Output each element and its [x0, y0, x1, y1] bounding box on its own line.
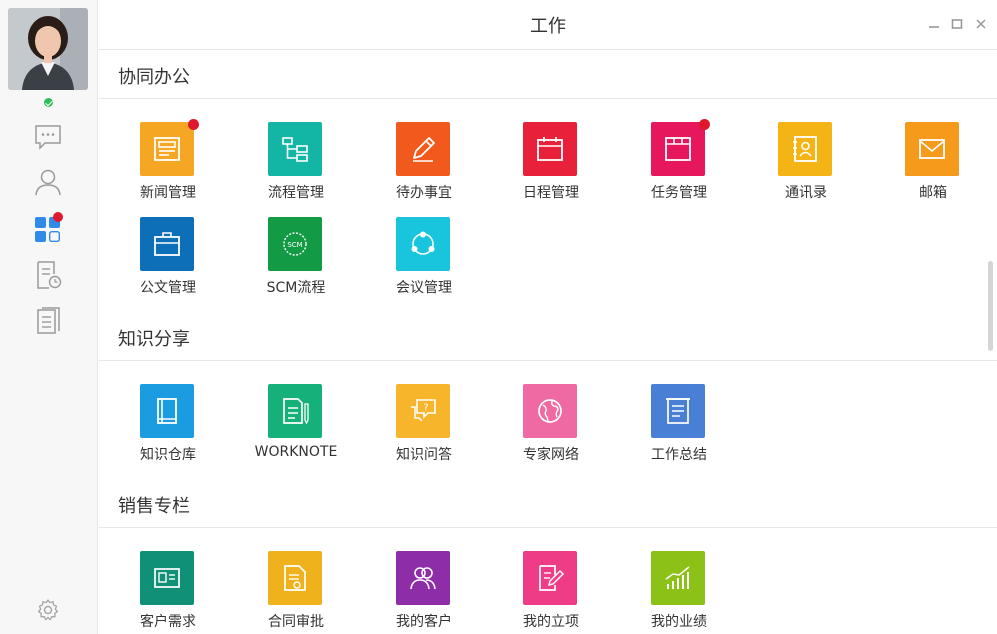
section-header-knowledge: 知识分享	[99, 313, 997, 361]
calendar-icon	[523, 122, 577, 176]
section-header-collaboration: 协同办公	[99, 51, 997, 99]
note-icon	[268, 384, 322, 438]
app-address-book[interactable]: 通讯录	[751, 122, 861, 212]
meeting-icon	[396, 217, 450, 271]
scm-icon: SCM	[268, 217, 322, 271]
task-board-icon	[651, 122, 705, 176]
documents-icon[interactable]	[33, 306, 63, 336]
scrollbar[interactable]	[988, 261, 993, 351]
history-doc-icon[interactable]	[33, 260, 63, 290]
workspace-content: 协同办公 新闻管理 流程管理 待办事宜 日程管理 任务管理 通讯录 邮箱 公文管…	[99, 51, 997, 634]
app-label: 我的立项	[523, 614, 579, 630]
section-title: 知识分享	[118, 329, 190, 350]
flowchart-icon	[268, 122, 322, 176]
app-expert-network[interactable]: 专家网络	[496, 384, 606, 474]
mail-icon	[905, 122, 959, 176]
edit-doc-icon	[523, 551, 577, 605]
app-label: 我的客户	[396, 614, 452, 630]
app-meeting-management[interactable]: 会议管理	[369, 217, 479, 307]
summary-doc-icon	[651, 384, 705, 438]
app-worknote[interactable]: WORKNOTE	[241, 384, 351, 474]
app-label: 待办事宜	[396, 185, 452, 201]
app-my-performance[interactable]: 我的业绩	[624, 551, 734, 634]
app-my-projects[interactable]: 我的立项	[496, 551, 606, 634]
svg-text:?: ?	[423, 403, 428, 414]
app-label: 新闻管理	[140, 185, 196, 201]
app-label: 专家网络	[523, 447, 579, 463]
question-bubble-icon: ?	[396, 384, 450, 438]
app-label: WORKNOTE	[254, 444, 338, 460]
app-knowledge-repository[interactable]: 知识仓库	[113, 384, 223, 474]
app-task-management[interactable]: 任务管理	[624, 119, 734, 212]
minimize-icon[interactable]	[927, 16, 941, 30]
app-label: 邮箱	[919, 185, 947, 201]
app-label: 公文管理	[140, 280, 196, 296]
globe-icon	[523, 384, 577, 438]
section-title: 销售专栏	[118, 496, 190, 517]
app-todo-items[interactable]: 待办事宜	[369, 122, 479, 212]
address-book-icon	[778, 122, 832, 176]
app-mailbox[interactable]: 邮箱	[878, 122, 988, 212]
id-card-icon	[140, 551, 194, 605]
app-contract-approval[interactable]: 合同审批	[241, 551, 351, 634]
avatar[interactable]	[8, 8, 88, 90]
bar-chart-icon	[651, 551, 705, 605]
notification-badge	[188, 119, 199, 130]
app-work-summary[interactable]: 工作总结	[624, 384, 734, 474]
app-label: 会议管理	[396, 280, 452, 296]
app-label: 通讯录	[785, 185, 827, 201]
window-title: 工作	[530, 16, 566, 37]
news-icon	[140, 122, 194, 176]
app-news-management[interactable]: 新闻管理	[113, 119, 223, 212]
app-label: 日程管理	[523, 185, 579, 201]
section-header-sales: 销售专栏	[99, 480, 997, 528]
app-label: SCM流程	[266, 280, 326, 296]
contract-icon	[268, 551, 322, 605]
notification-badge	[699, 119, 710, 130]
app-workflow-management[interactable]: 流程管理	[241, 122, 351, 212]
users-icon	[396, 551, 450, 605]
app-label: 我的业绩	[651, 614, 707, 630]
app-knowledge-qa[interactable]: ? 知识问答	[369, 384, 479, 474]
avatar-photo	[8, 8, 88, 90]
chat-icon[interactable]	[33, 122, 63, 152]
book-icon	[140, 384, 194, 438]
app-label: 任务管理	[651, 185, 707, 201]
app-document-management[interactable]: 公文管理	[113, 217, 223, 307]
window-header: 工作	[99, 0, 997, 50]
app-label: 合同审批	[268, 614, 324, 630]
apps-badge-icon	[53, 212, 63, 222]
app-scm-workflow[interactable]: SCM SCM流程	[241, 217, 351, 307]
briefcase-icon	[140, 217, 194, 271]
app-label: 知识问答	[396, 447, 452, 463]
maximize-icon[interactable]	[950, 16, 964, 30]
app-my-customers[interactable]: 我的客户	[369, 551, 479, 634]
close-icon[interactable]	[974, 16, 988, 30]
app-label: 客户需求	[140, 614, 196, 630]
section-title: 协同办公	[118, 67, 190, 88]
app-label: 工作总结	[651, 447, 707, 463]
online-status-icon	[42, 96, 55, 109]
app-label: 知识仓库	[140, 447, 196, 463]
sidebar	[0, 0, 98, 634]
app-schedule-management[interactable]: 日程管理	[496, 122, 606, 212]
pencil-icon	[396, 122, 450, 176]
svg-text:SCM: SCM	[287, 241, 302, 249]
contacts-icon[interactable]	[33, 167, 63, 197]
app-customer-demand[interactable]: 客户需求	[113, 551, 223, 634]
app-label: 流程管理	[268, 185, 324, 201]
settings-icon[interactable]	[36, 598, 60, 622]
